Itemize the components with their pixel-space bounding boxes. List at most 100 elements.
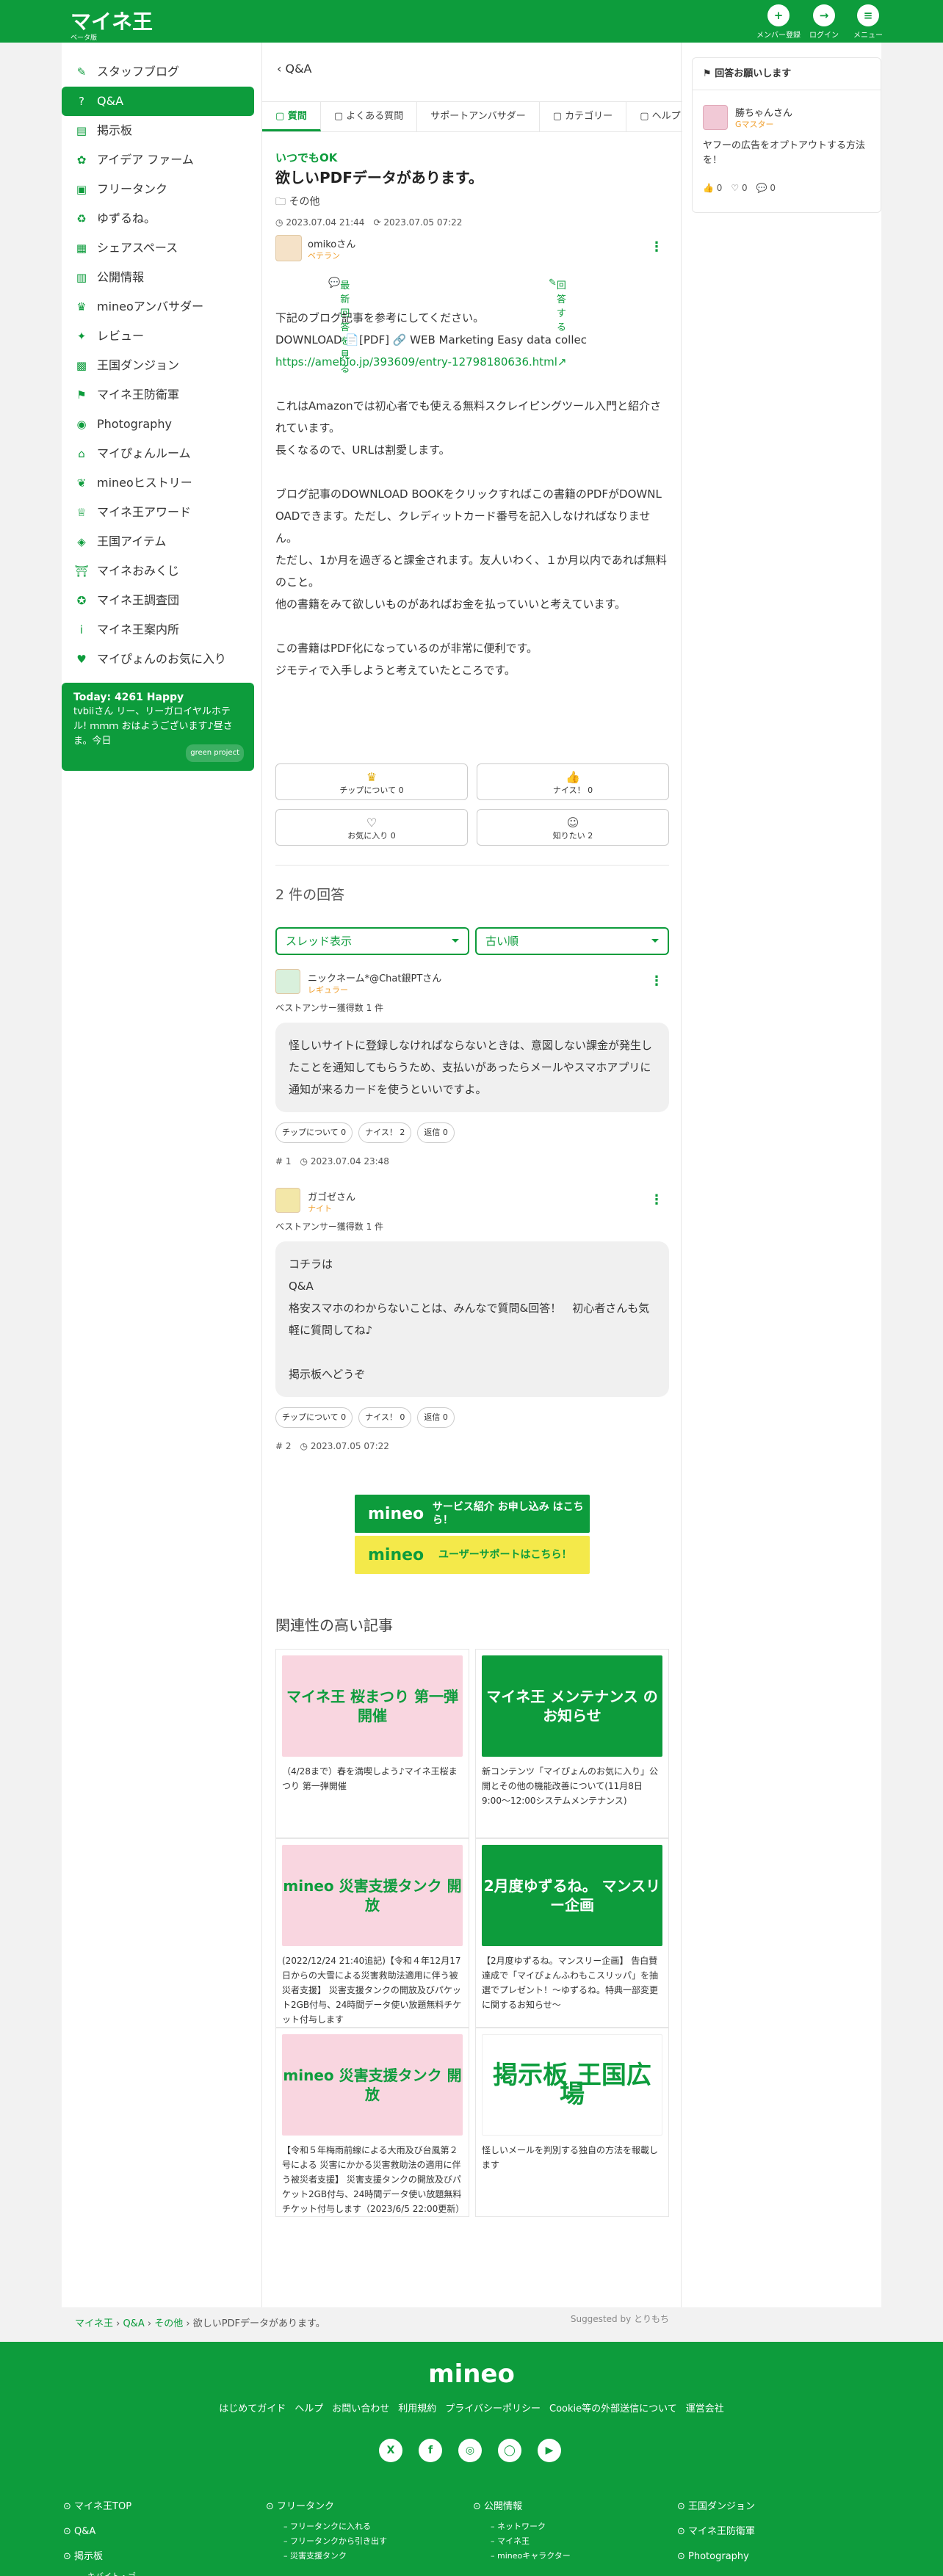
social-icon[interactable]: ◯ [498, 2439, 521, 2462]
footer-col-title[interactable]: ⊙ フリータンク [266, 2495, 387, 2519]
support-banner[interactable]: mineo ユーザーサポートはこちら！ [355, 1536, 590, 1574]
answer-author[interactable]: ガゴゼさん ナイト ⋮ [275, 1188, 669, 1214]
signup-button[interactable]: + メンバー登録 [755, 4, 802, 40]
sidebar-item[interactable]: ♕ マイネ王アワード [62, 498, 254, 527]
related-title[interactable]: 【令和５年梅雨前線による大雨及び台風第２号による 災害にかかる災害救助法の適用に… [282, 2143, 463, 2216]
related-thumbnail[interactable]: マイネ王 桜まつり 第一弾開催 [282, 1655, 463, 1757]
latest-answer-link[interactable]: 💬 最新回答を見る [328, 277, 350, 375]
sidebar-item[interactable]: i マイネ王案内所 [62, 615, 254, 645]
related-thumbnail[interactable]: mineo 災害支援タンク 開放 [282, 1845, 463, 1946]
tab-2[interactable]: サポートアンバサダー [417, 102, 540, 131]
sidebar-item[interactable]: ▩ 王国ダンジョン [62, 351, 254, 380]
tab-0[interactable]: ▢ 質問 [262, 102, 321, 131]
suggested-by[interactable]: Suggested by とりもち [275, 2312, 669, 2325]
sidebar-item[interactable]: ⌂ マイぴょんルーム [62, 439, 254, 468]
social-icon[interactable]: f [419, 2439, 442, 2462]
footer-col-title[interactable]: ⊙ 王国ダンジョン [677, 2495, 755, 2519]
related-card[interactable]: マイネ王 メンテナンス のお知らせ 新コンテンツ「マイぴょんのお気に入り」公開とそ… [475, 1649, 669, 1838]
sidebar-item[interactable]: ♛ mineoアンバサダー [62, 292, 254, 322]
footer-col-title[interactable]: ⊙ Q&A [63, 2519, 136, 2544]
related-thumbnail[interactable]: 2月度ゆずるね。 マンスリー企画 [482, 1845, 662, 1946]
reaction-button[interactable]: ♛ チップについて 0 [275, 763, 468, 800]
social-icon[interactable]: ◎ [458, 2439, 482, 2462]
related-card[interactable]: mineo 災害支援タンク 開放 (2022/12/24 21:40追記)【令和４… [275, 1838, 469, 2028]
related-title[interactable]: 【2月度ゆずるね。マンスリー企画】 告白賛達成で「マイぴょんふわもこスリッパ」を… [482, 1953, 662, 2027]
related-card[interactable]: mineo 災害支援タンク 開放 【令和５年梅雨前線による大雨及び台風第２号による… [275, 2028, 469, 2217]
sidebar-item[interactable]: ✿ アイデア ファーム [62, 145, 254, 175]
related-title[interactable]: 新コンテンツ「マイぴょんのお気に入り」公開とその他の機能改善について(11月8日… [482, 1764, 662, 1837]
reaction-button[interactable]: ♡ お気に入り 0 [275, 809, 468, 846]
tab-3[interactable]: ▢ カテゴリー [540, 102, 627, 131]
sidebar-item[interactable]: ⚑ マイネ王防衛軍 [62, 380, 254, 410]
footer-sub-link[interactable]: – ネットワーク [473, 2519, 571, 2534]
footer-col-title[interactable]: ⊙ 公開情報 [473, 2495, 571, 2519]
footer-link[interactable]: ヘルプ [295, 2403, 323, 2414]
footer-col-title[interactable]: ⊙ Photography [677, 2544, 755, 2569]
answer-action-button[interactable]: ナイス！ 0 [358, 1407, 412, 1428]
related-card[interactable]: 掲示板 王国広場 怪しいメールを判別する独自の方法を報載します [475, 2028, 669, 2217]
sidebar-item[interactable]: ✪ マイネ王調査団 [62, 586, 254, 615]
footer-link[interactable]: 運営会社 [686, 2403, 724, 2414]
sidebar-item[interactable]: ? Q&A [62, 87, 254, 116]
social-icon[interactable]: ▶ [538, 2439, 561, 2462]
sidebar-item[interactable]: ◈ 王国アイテム [62, 527, 254, 556]
sidebar-item[interactable]: ◉ Photography [62, 410, 254, 439]
panel-user[interactable]: 勝ちゃんさん Gマスター [703, 105, 792, 130]
menu-button[interactable]: ≡ メニュー [845, 4, 892, 40]
related-card[interactable]: 2月度ゆずるね。 マンスリー企画 【2月度ゆずるね。マンスリー企画】 告白賛達成で… [475, 1838, 669, 2028]
view-select[interactable]: スレッド表示 [275, 927, 469, 955]
related-thumbnail[interactable]: マイネ王 メンテナンス のお知らせ [482, 1655, 662, 1757]
sidebar-item[interactable]: ♻ ゆずるね。 [62, 204, 254, 233]
sidebar-item[interactable]: ✦ レビュー [62, 322, 254, 351]
question-category[interactable]: 🗀 その他 [275, 194, 669, 211]
back-link[interactable]: ‹ Q&A [277, 62, 312, 76]
social-icon[interactable]: X [379, 2439, 402, 2462]
today-happy-box[interactable]: Today: 4261 Happy tvbiiさん リー、リーガロイヤルホテル! … [62, 683, 254, 771]
sidebar-item[interactable]: ▤ 掲示板 [62, 116, 254, 145]
more-options-icon[interactable]: ⋮ [650, 239, 663, 255]
service-banner[interactable]: mineo サービス紹介 お申し込み はこちら！ [355, 1495, 590, 1533]
sidebar-item[interactable]: ✎ スタッフブログ [62, 57, 254, 87]
panel-question-link[interactable]: ヤフーの広告をオプトアウトする方法を！ [703, 139, 872, 168]
question-author[interactable]: omikoさん ベテラン ⋮ [275, 235, 669, 264]
answer-action-button[interactable]: チップについて 0 [275, 1122, 353, 1143]
related-card[interactable]: マイネ王 桜まつり 第一弾開催 （4/28まで）春を満喫しよう♪マイネ王桜まつり … [275, 1649, 469, 1838]
answer-action-button[interactable]: ナイス！ 2 [358, 1122, 412, 1143]
reaction-button[interactable]: 👍 ナイス！ 0 [477, 763, 669, 800]
avatar[interactable] [275, 235, 302, 261]
sidebar-item[interactable]: ♥ マイぴょんのお気に入り [62, 645, 254, 674]
answer-author[interactable]: ニックネーム*@Chat銀PTさん レギュラー ⋮ [275, 969, 669, 995]
footer-sub-link[interactable]: – 災害支援タンク [266, 2549, 387, 2564]
related-title[interactable]: 怪しいメールを判別する独自の方法を報載します [482, 2143, 662, 2216]
tab-1[interactable]: ▢ よくある質問 [321, 102, 418, 131]
sidebar-item[interactable]: ❦ mineoヒストリー [62, 468, 254, 498]
footer-col-title[interactable]: ⊙ 掲示板 [63, 2544, 136, 2569]
footer-sub-link[interactable]: – mineoキャラクター [473, 2549, 571, 2564]
answer-action-button[interactable]: チップについて 0 [275, 1407, 353, 1428]
more-options-icon[interactable]: ⋮ [650, 973, 663, 989]
footer-link[interactable]: Cookie等の外部送信について [549, 2403, 677, 2414]
site-logo[interactable]: マイネ王 ベータ版 [71, 6, 153, 42]
body-line[interactable]: https://ameblo.jp/393609/entry-127981806… [275, 351, 669, 373]
footer-link[interactable]: お問い合わせ [332, 2403, 389, 2414]
footer-sub-link[interactable]: – フリータンクに入れる [266, 2519, 387, 2534]
footer-link[interactable]: プライバシーポリシー [445, 2403, 541, 2414]
avatar[interactable] [275, 1188, 300, 1213]
related-thumbnail[interactable]: 掲示板 王国広場 [482, 2034, 662, 2136]
more-options-icon[interactable]: ⋮ [650, 1192, 663, 1208]
footer-link[interactable]: はじめてガイド [219, 2403, 286, 2414]
answer-link[interactable]: ✎ 回答する [549, 277, 566, 333]
footer-sub-link[interactable]: – マイネ王 [473, 2534, 571, 2549]
sidebar-item[interactable]: ▣ フリータンク [62, 175, 254, 204]
answer-action-button[interactable]: 返信 0 [417, 1122, 455, 1143]
order-select[interactable]: 古い順 [475, 927, 669, 955]
avatar[interactable] [275, 969, 300, 994]
footer-logo[interactable]: mineo [0, 2359, 943, 2389]
reaction-button[interactable]: ☺ 知りたい 2 [477, 809, 669, 846]
tab-4[interactable]: ▢ ヘルプ [626, 102, 682, 131]
sidebar-item[interactable]: ⛩ マイネおみくじ [62, 556, 254, 586]
footer-link[interactable]: 利用規約 [398, 2403, 436, 2414]
footer-col-title[interactable]: ⊙ マイネ王TOP [63, 2495, 136, 2519]
related-thumbnail[interactable]: mineo 災害支援タンク 開放 [282, 2034, 463, 2136]
sidebar-item[interactable]: ▦ シェアスペース [62, 233, 254, 263]
